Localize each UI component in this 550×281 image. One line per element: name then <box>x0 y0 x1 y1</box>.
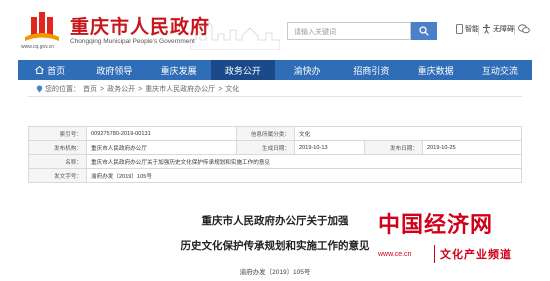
table-row: 索引号： 009275780-2019-00131 信息所属分类： 文化 <box>28 126 522 141</box>
breadcrumb-link[interactable]: 文化 <box>225 84 239 94</box>
watermark-url: www.ce.cn <box>378 251 412 258</box>
nav-item-4[interactable]: 渝快办 <box>275 60 339 80</box>
home-icon <box>35 66 44 74</box>
mobile-icon <box>456 24 463 34</box>
wechat-link[interactable] <box>518 24 532 34</box>
mobile-link[interactable]: 智能 <box>456 24 479 34</box>
doc-number-label: 发文字号： <box>28 168 87 183</box>
divider <box>514 25 515 35</box>
document-number: 渝府办发〔2019〕105号 <box>239 269 311 276</box>
doc-number-value: 渝府办发〔2019〕105号 <box>86 168 522 183</box>
breadcrumb-link[interactable]: 政务公开 <box>107 84 135 94</box>
publish-date-label: 发布日期： <box>364 140 423 155</box>
watermark-channel: 文化产业频道 <box>440 248 512 261</box>
search-button[interactable] <box>411 22 437 40</box>
breadcrumb-link[interactable]: 重庆市人民政府办公厅 <box>145 84 215 94</box>
search-input[interactable]: 请输入关键词 <box>287 22 411 40</box>
nav-item-label: 招商引资 <box>353 65 390 76</box>
breadcrumb-separator: > <box>100 85 105 93</box>
nav-item-label: 互动交流 <box>481 65 518 76</box>
table-row: 名称： 重庆市人民政府办公厅关于加强历史文化保护传承规划和实施工作的意见 <box>28 154 522 169</box>
search-icon <box>419 26 429 36</box>
nav-item-6[interactable]: 重庆数据 <box>404 60 468 80</box>
breadcrumb: 您的位置： 首页 > 政务公开 > 重庆市人民政府办公厅 > 文化 <box>36 84 242 94</box>
site-title[interactable]: 重庆市人民政府 <box>70 12 210 39</box>
nav-item-label: 重庆发展 <box>160 65 197 76</box>
nav-item-0[interactable]: 首页 <box>18 60 82 80</box>
index-value: 009275780-2019-00131 <box>86 126 237 141</box>
location-icon <box>36 85 43 93</box>
breadcrumb-separator: > <box>218 85 223 93</box>
mobile-label: 智能 <box>465 26 479 33</box>
accessibility-link[interactable]: 无障碍 <box>482 24 514 34</box>
document-info-table: 索引号： 009275780-2019-00131 信息所属分类： 文化 发布机… <box>28 126 522 183</box>
name-value: 重庆市人民政府办公厅关于加强历史文化保护传承规划和实施工作的意见 <box>86 154 522 169</box>
breadcrumb-separator: > <box>138 85 143 93</box>
table-row: 发文字号： 渝府办发〔2019〕105号 <box>28 168 522 183</box>
nav-item-1[interactable]: 政府领导 <box>82 60 146 80</box>
publish-date-value: 2019-10-25 <box>422 140 522 155</box>
created-date-label: 生成日期： <box>236 140 295 155</box>
logo-url: www.cq.gov.cn <box>21 44 54 50</box>
nav-item-2[interactable]: 重庆发展 <box>147 60 211 80</box>
breadcrumb-prefix: 您的位置： <box>45 86 80 93</box>
nav-item-label: 政府领导 <box>96 65 133 76</box>
index-label: 索引号： <box>28 126 87 141</box>
nav-item-7[interactable]: 互动交流 <box>468 60 532 80</box>
watermark-brand: 中国经济网 <box>378 212 494 238</box>
nav-item-5[interactable]: 招商引资 <box>339 60 403 80</box>
accessibility-label: 无障碍 <box>493 26 514 33</box>
nav-item-label: 首页 <box>47 65 66 76</box>
accessibility-icon <box>483 24 490 34</box>
divider <box>434 245 435 263</box>
category-label: 信息所属分类： <box>236 126 295 141</box>
table-row: 发布机构： 重庆市人民政府办公厅 生成日期： 2019-10-13 发布日期： … <box>28 140 522 155</box>
wechat-icon <box>518 24 530 34</box>
created-date-value: 2019-10-13 <box>294 140 365 155</box>
publisher-label: 发布机构： <box>28 140 87 155</box>
skyline-decoration <box>190 21 280 50</box>
category-value: 文化 <box>294 126 522 141</box>
publisher-value: 重庆市人民政府办公厅 <box>86 140 237 155</box>
breadcrumb-link[interactable]: 首页 <box>83 84 97 94</box>
nav-item-label: 重庆数据 <box>417 65 454 76</box>
divider <box>478 25 479 35</box>
divider <box>28 96 522 97</box>
nav-item-3[interactable]: 政务公开 <box>210 60 275 80</box>
site-subtitle: Chongqing Municipal People's Government <box>70 38 195 45</box>
main-nav: 首页 政府领导 重庆发展 政务公开 渝快办 招商引资 重庆数据 互动交流 <box>18 60 532 80</box>
emblem-icon[interactable] <box>22 9 62 49</box>
site-header: www.cq.gov.cn 重庆市人民政府 Chongqing Municipa… <box>0 0 550 58</box>
nav-item-label: 政务公开 <box>224 65 261 76</box>
name-label: 名称： <box>28 154 87 169</box>
nav-item-label: 渝快办 <box>293 65 321 76</box>
